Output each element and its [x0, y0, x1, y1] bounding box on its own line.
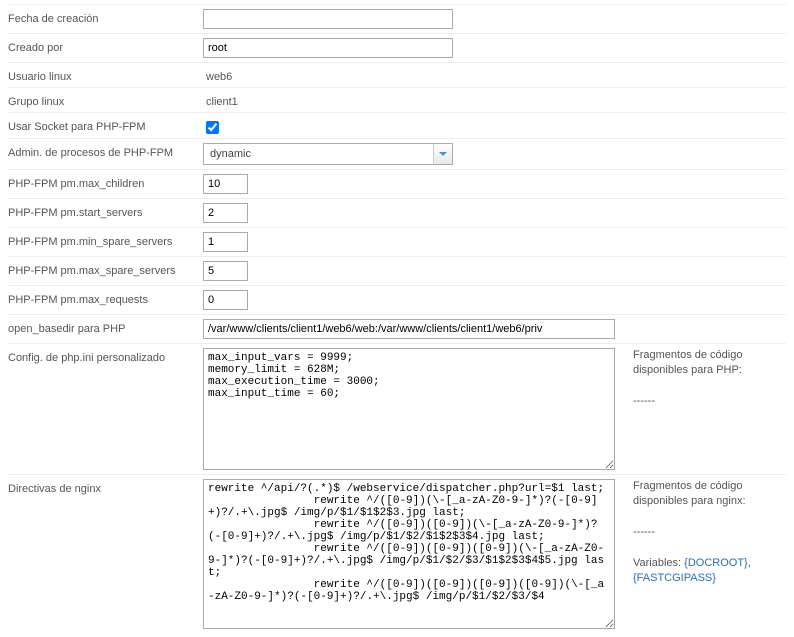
- row-creado-por: Creado por: [8, 33, 786, 62]
- nginx-snippets-dash: ------: [633, 525, 786, 540]
- checkbox-use-socket[interactable]: [206, 121, 219, 134]
- label-creado-por: Creado por: [8, 38, 203, 54]
- label-nginx: Directivas de nginx: [8, 479, 203, 495]
- label-pm-start-servers: PHP-FPM pm.start_servers: [8, 203, 203, 219]
- row-php-ini: Config. de php.ini personalizado max_inp…: [8, 343, 786, 474]
- value-grupo-linux: client1: [203, 92, 238, 108]
- textarea-nginx[interactable]: rewrite ^/api/?(.*)$ /webservice/dispatc…: [203, 479, 615, 629]
- label-pm-mode: Admin. de procesos de PHP-FPM: [8, 143, 203, 159]
- select-pm-mode[interactable]: dynamic: [203, 143, 453, 165]
- nginx-vars-comma: ,: [748, 557, 751, 569]
- select-pm-mode-value: dynamic: [204, 148, 433, 160]
- php-snippets-title: Fragmentos de código disponibles para PH…: [633, 348, 786, 379]
- link-docroot[interactable]: {DOCROOT}: [684, 557, 748, 569]
- row-grupo-linux: Grupo linux client1: [8, 87, 786, 112]
- value-usuario-linux: web6: [203, 67, 232, 83]
- input-open-basedir[interactable]: [203, 319, 615, 339]
- input-pm-max-requests[interactable]: [203, 290, 248, 310]
- input-pm-max-spare[interactable]: [203, 261, 248, 281]
- row-usuario-linux: Usuario linux web6: [8, 62, 786, 87]
- input-pm-max-children[interactable]: [203, 174, 248, 194]
- row-pm-max-spare: PHP-FPM pm.max_spare_servers: [8, 256, 786, 285]
- row-pm-min-spare: PHP-FPM pm.min_spare_servers: [8, 227, 786, 256]
- label-pm-min-spare: PHP-FPM pm.min_spare_servers: [8, 232, 203, 248]
- row-pm-start-servers: PHP-FPM pm.start_servers: [8, 198, 786, 227]
- label-grupo-linux: Grupo linux: [8, 92, 203, 108]
- nginx-snippets-title: Fragmentos de código disponibles para ng…: [633, 479, 786, 510]
- label-usuario-linux: Usuario linux: [8, 67, 203, 83]
- label-pm-max-spare: PHP-FPM pm.max_spare_servers: [8, 261, 203, 277]
- php-snippets-dash: ------: [633, 394, 786, 409]
- label-pm-max-children: PHP-FPM pm.max_children: [8, 174, 203, 190]
- row-use-socket: Usar Socket para PHP-FPM: [8, 112, 786, 138]
- input-fecha-creacion[interactable]: [203, 9, 453, 29]
- row-pm-max-children: PHP-FPM pm.max_children: [8, 169, 786, 198]
- row-nginx: Directivas de nginx rewrite ^/api/?(.*)$…: [8, 474, 786, 633]
- input-pm-start-servers[interactable]: [203, 203, 248, 223]
- php-snippets-note: Fragmentos de código disponibles para PH…: [633, 348, 786, 410]
- nginx-snippets-note: Fragmentos de código disponibles para ng…: [633, 479, 786, 587]
- label-fecha-creacion: Fecha de creación: [8, 9, 203, 25]
- chevron-down-icon: [433, 144, 452, 164]
- input-pm-min-spare[interactable]: [203, 232, 248, 252]
- input-creado-por[interactable]: [203, 38, 453, 58]
- row-fecha-creacion: Fecha de creación: [8, 4, 786, 33]
- row-open-basedir: open_basedir para PHP: [8, 314, 786, 343]
- row-pm-max-requests: PHP-FPM pm.max_requests: [8, 285, 786, 314]
- label-php-ini: Config. de php.ini personalizado: [8, 348, 203, 364]
- label-use-socket: Usar Socket para PHP-FPM: [8, 117, 203, 133]
- link-fastcgipass[interactable]: {FASTCGIPASS}: [633, 572, 716, 584]
- nginx-vars-label: Variables:: [633, 557, 684, 569]
- row-pm-mode: Admin. de procesos de PHP-FPM dynamic: [8, 138, 786, 169]
- textarea-php-ini[interactable]: max_input_vars = 9999; memory_limit = 62…: [203, 348, 615, 470]
- label-open-basedir: open_basedir para PHP: [8, 319, 203, 335]
- label-pm-max-requests: PHP-FPM pm.max_requests: [8, 290, 203, 306]
